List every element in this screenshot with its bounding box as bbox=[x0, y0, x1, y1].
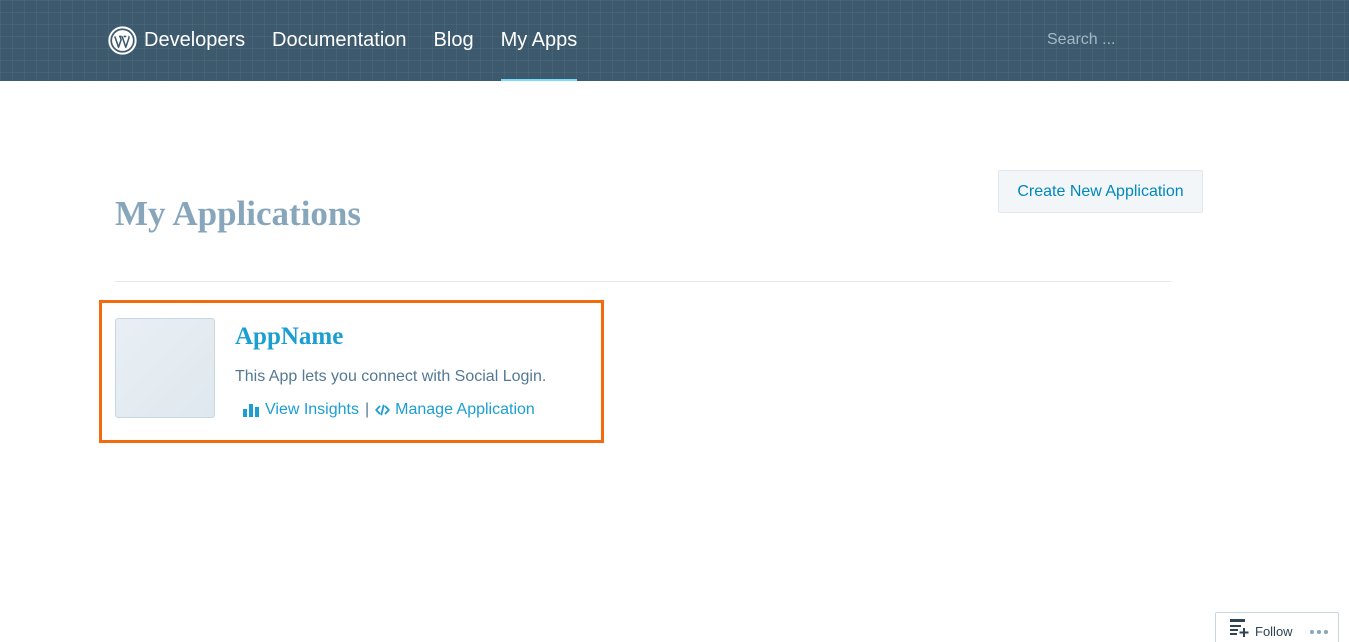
link-separator: | bbox=[364, 401, 370, 418]
nav-documentation[interactable]: Documentation bbox=[272, 0, 407, 81]
top-navigation-bar: Developers Documentation Blog My Apps bbox=[0, 0, 1349, 81]
follow-label: Follow bbox=[1255, 623, 1293, 639]
more-options-icon[interactable] bbox=[1310, 629, 1328, 634]
bar-chart-icon bbox=[243, 404, 259, 417]
nav-blog[interactable]: Blog bbox=[434, 0, 474, 81]
code-icon bbox=[375, 404, 390, 416]
main-nav: Documentation Blog My Apps bbox=[272, 0, 604, 81]
page-title: My Applications bbox=[115, 194, 362, 233]
nav-my-apps[interactable]: My Apps bbox=[500, 0, 577, 81]
follow-widget[interactable]: Follow bbox=[1215, 612, 1339, 642]
reader-follow-icon bbox=[1230, 618, 1249, 637]
manage-application-link[interactable]: Manage Application bbox=[375, 400, 535, 420]
brand-label: Developers bbox=[144, 29, 246, 51]
create-new-application-button[interactable]: Create New Application bbox=[998, 170, 1203, 213]
brand-home-link[interactable]: Developers bbox=[108, 25, 245, 55]
wordpress-logo-icon bbox=[108, 25, 137, 55]
search-input[interactable] bbox=[1036, 25, 1196, 55]
view-insights-link[interactable]: View Insights bbox=[242, 400, 359, 420]
manage-application-label: Manage Application bbox=[395, 401, 535, 418]
view-insights-label: View Insights bbox=[265, 401, 359, 418]
app-icon-placeholder bbox=[115, 318, 215, 418]
section-divider bbox=[115, 281, 1171, 282]
app-name-link[interactable]: AppName bbox=[235, 321, 343, 353]
app-description: This App lets you connect with Social Lo… bbox=[235, 368, 547, 385]
app-actions: View Insights | Manage Application bbox=[242, 400, 535, 420]
app-card: AppName This App lets you connect with S… bbox=[99, 300, 604, 443]
